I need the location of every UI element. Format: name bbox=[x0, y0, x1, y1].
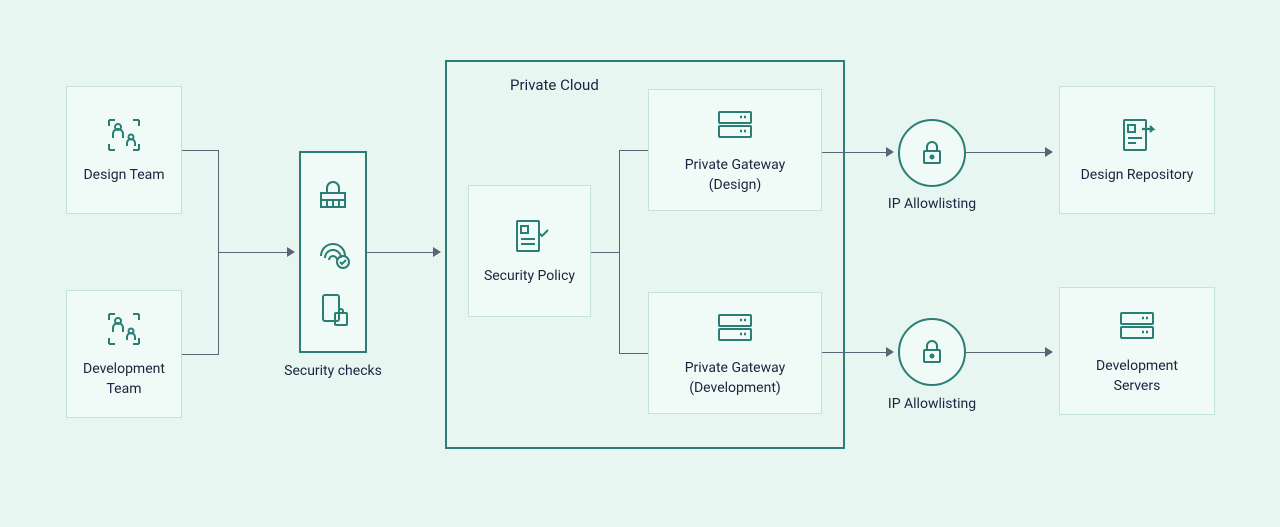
ip-allowlist-bottom-label: IP Allowlisting bbox=[862, 396, 1002, 412]
server-icon bbox=[714, 104, 756, 146]
private-cloud-title: Private Cloud bbox=[510, 76, 599, 94]
development-servers-node: Development Servers bbox=[1059, 287, 1215, 415]
arrowhead-icon bbox=[886, 347, 894, 357]
server-icon bbox=[714, 307, 756, 349]
connector bbox=[182, 354, 218, 355]
connector bbox=[367, 252, 434, 253]
development-team-node: Development Team bbox=[66, 290, 182, 418]
ip-allowlist-top-label: IP Allowlisting bbox=[862, 196, 1002, 212]
security-policy-label: Security Policy bbox=[484, 267, 575, 287]
team-icon bbox=[103, 308, 145, 350]
gateway-design-label: Private Gateway (Design) bbox=[661, 156, 809, 195]
connector bbox=[218, 252, 288, 253]
design-team-label: Design Team bbox=[83, 166, 164, 186]
arrowhead-icon bbox=[1045, 147, 1053, 157]
arrowhead-icon bbox=[433, 247, 441, 257]
private-gateway-design-node: Private Gateway (Design) bbox=[648, 89, 822, 211]
device-security-icon bbox=[313, 289, 353, 329]
connector bbox=[619, 150, 620, 354]
connector bbox=[966, 352, 1046, 353]
design-repository-node: Design Repository bbox=[1059, 86, 1215, 214]
connector bbox=[619, 150, 648, 151]
ip-allowlist-top-node bbox=[898, 119, 966, 187]
development-servers-label: Development Servers bbox=[1072, 357, 1202, 396]
policy-document-icon bbox=[509, 215, 551, 257]
connector bbox=[966, 152, 1046, 153]
connector bbox=[591, 252, 619, 253]
arrowhead-icon bbox=[886, 147, 894, 157]
design-repository-label: Design Repository bbox=[1081, 166, 1194, 186]
connector bbox=[619, 353, 648, 354]
security-checks-label: Security checks bbox=[263, 363, 403, 379]
gateway-dev-label: Private Gateway (Development) bbox=[661, 359, 809, 398]
security-checks-node bbox=[299, 151, 367, 353]
private-gateway-dev-node: Private Gateway (Development) bbox=[648, 292, 822, 414]
firewall-lock-icon bbox=[313, 175, 353, 215]
development-team-label: Development Team bbox=[79, 360, 169, 399]
connector bbox=[182, 150, 218, 151]
server-icon bbox=[1116, 305, 1158, 347]
team-icon bbox=[103, 114, 145, 156]
ip-allowlist-bottom-node bbox=[898, 318, 966, 386]
connector bbox=[822, 152, 887, 153]
fingerprint-check-icon bbox=[313, 232, 353, 272]
arrowhead-icon bbox=[1045, 347, 1053, 357]
connector bbox=[822, 352, 887, 353]
repository-icon bbox=[1116, 114, 1158, 156]
security-policy-node: Security Policy bbox=[468, 185, 591, 317]
design-team-node: Design Team bbox=[66, 86, 182, 214]
arrowhead-icon bbox=[287, 247, 295, 257]
